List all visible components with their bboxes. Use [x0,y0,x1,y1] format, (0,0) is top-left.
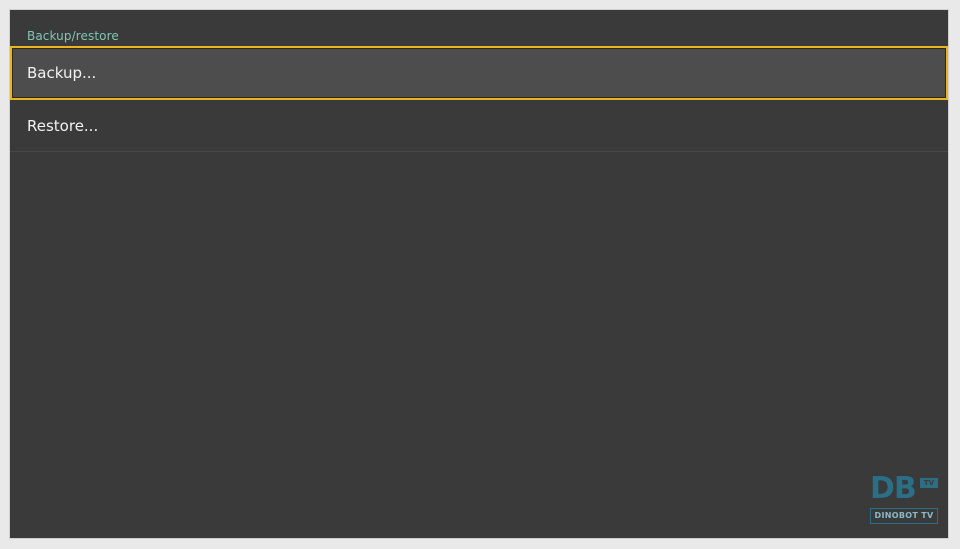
backup-menu-item-label: Backup... [27,64,97,82]
watermark-letters: DB [870,471,917,506]
watermark-name: DINOBOT TV [870,508,938,524]
backup-menu-item[interactable]: Backup... [10,46,948,100]
watermark-tv-badge: TV [920,478,938,488]
restore-menu-item-label: Restore... [27,116,99,135]
restore-menu-item[interactable]: Restore... [10,100,948,152]
section-title: Backup/restore [27,29,119,43]
settings-screen: Backup/restore Backup... Restore... DB T… [9,9,949,539]
watermark-logo: DB TV DINOBOT TV [870,474,942,530]
